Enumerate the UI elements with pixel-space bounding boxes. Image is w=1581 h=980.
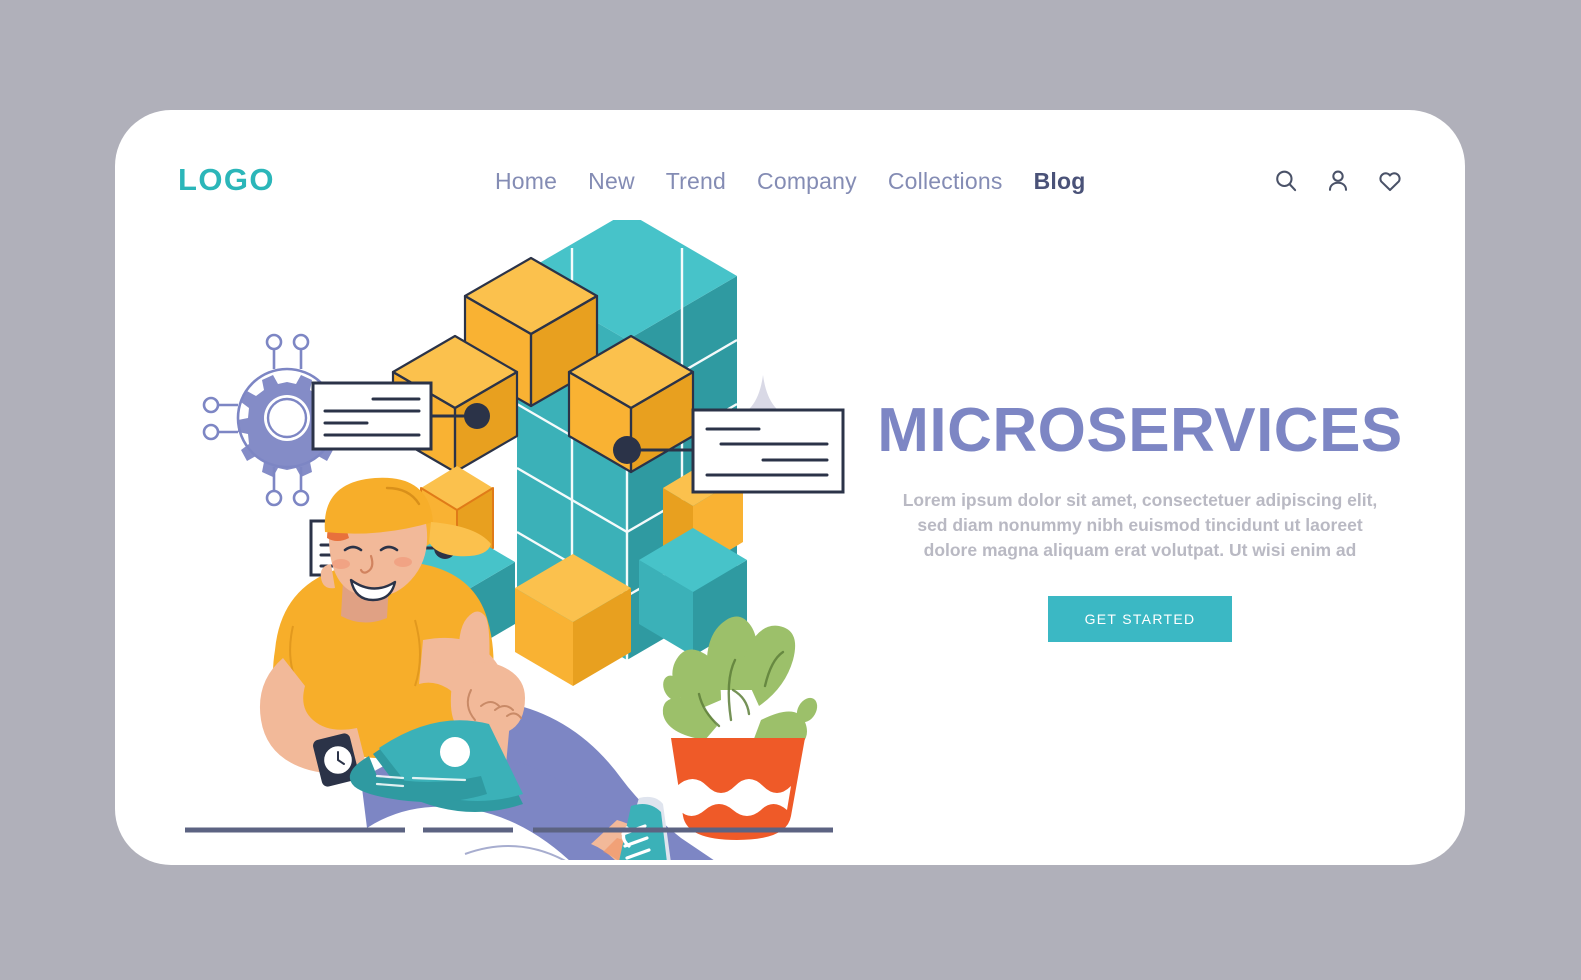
nav-item-trend[interactable]: Trend [666, 168, 726, 195]
header-icon-group [1273, 168, 1403, 194]
callout-node-dot [613, 436, 641, 464]
nav-item-home[interactable]: Home [495, 168, 557, 195]
hero-illustration [165, 220, 845, 860]
page-title: MICROSERVICES [877, 396, 1403, 465]
nav-item-blog[interactable]: Blog [1034, 168, 1086, 195]
main-navigation: Home New Trend Company Collections Blog [495, 168, 1085, 195]
page-root: LOGO Home New Trend Company Collections … [0, 0, 1581, 980]
user-icon[interactable] [1325, 168, 1351, 194]
search-icon[interactable] [1273, 168, 1299, 194]
nav-item-company[interactable]: Company [757, 168, 857, 195]
callout-node-dot [464, 403, 490, 429]
nav-item-new[interactable]: New [588, 168, 635, 195]
hero-paragraph: Lorem ipsum dolor sit amet, consectetuer… [902, 490, 1378, 560]
illustration-canvas [185, 220, 845, 860]
landing-card: LOGO Home New Trend Company Collections … [115, 110, 1465, 865]
laptop-logo [440, 737, 470, 767]
pointing-hand [450, 611, 525, 738]
nav-item-collections[interactable]: Collections [888, 168, 1003, 195]
get-started-button[interactable]: GET STARTED [1047, 595, 1233, 642]
hero-text-block: MICROSERVICES Lorem ipsum dolor sit amet… [860, 400, 1420, 642]
logo[interactable]: LOGO [178, 162, 275, 198]
heart-icon[interactable] [1377, 168, 1403, 194]
